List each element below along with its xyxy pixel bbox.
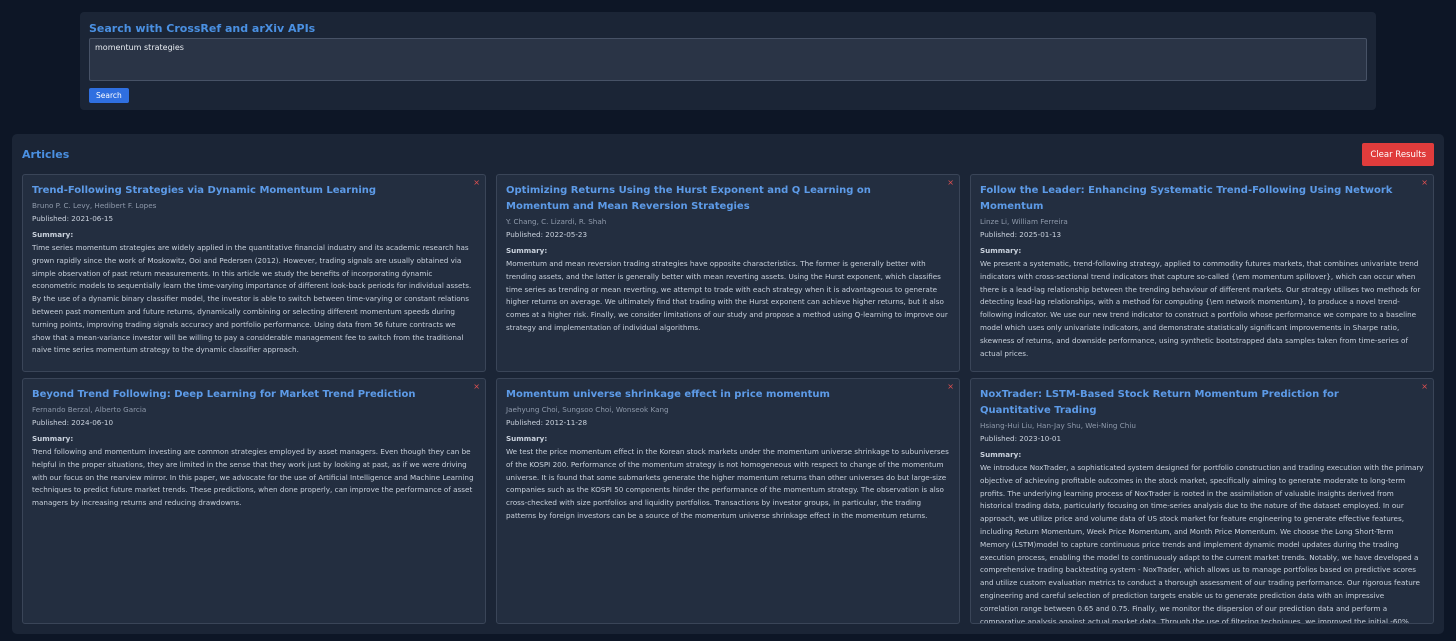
article-published-date: Published: 2022-05-23 [506, 230, 588, 239]
article-authors: Bruno P. C. Levy, Hedibert F. Lopes [32, 201, 157, 210]
close-icon[interactable]: × [947, 178, 954, 188]
search-title: Search with CrossRef and arXiv APIs [89, 22, 316, 35]
article-summary: We test the price momentum effect in the… [506, 447, 949, 520]
summary-label: Summary: [506, 434, 548, 443]
close-icon[interactable]: × [473, 178, 480, 188]
summary-label: Summary: [506, 246, 548, 255]
articles-panel: Articles Clear Results × Trend-Following… [12, 134, 1444, 634]
article-title: Follow the Leader: Enhancing Systematic … [980, 185, 1393, 212]
search-button[interactable]: Search [89, 88, 129, 103]
close-icon[interactable]: × [1421, 178, 1428, 188]
article-authors: Hsiang-Hui Liu, Han-Jay Shu, Wei-Ning Ch… [980, 421, 1136, 430]
article-card: × Follow the Leader: Enhancing Systemati… [970, 174, 1434, 372]
article-title: Trend-Following Strategies via Dynamic M… [32, 185, 377, 196]
article-published-date: Published: 2021-06-15 [32, 214, 114, 223]
close-icon[interactable]: × [473, 382, 480, 392]
clear-results-button[interactable]: Clear Results [1362, 143, 1434, 166]
article-card: × Momentum universe shrinkage effect in … [496, 378, 960, 624]
summary-label: Summary: [32, 434, 74, 443]
article-title: Momentum universe shrinkage effect in pr… [506, 389, 830, 400]
articles-title: Articles [22, 148, 70, 161]
article-published-date: Published: 2023-10-01 [980, 434, 1062, 443]
close-icon[interactable]: × [1421, 382, 1428, 392]
article-card: × Optimizing Returns Using the Hurst Exp… [496, 174, 960, 372]
article-title: NoxTrader: LSTM-Based Stock Return Momen… [980, 389, 1339, 416]
article-summary: We present a systematic, trend-following… [980, 259, 1421, 358]
article-summary: Momentum and mean reversion trading stra… [506, 259, 948, 332]
article-grid: × Trend-Following Strategies via Dynamic… [22, 174, 1434, 624]
article-title: Optimizing Returns Using the Hurst Expon… [506, 185, 871, 212]
close-icon[interactable]: × [947, 382, 954, 392]
article-authors: Y. Chang, C. Lizardi, R. Shah [506, 217, 607, 226]
summary-label: Summary: [980, 450, 1022, 459]
search-input[interactable]: momentum strategies [89, 38, 1367, 81]
article-card: × Trend-Following Strategies via Dynamic… [22, 174, 486, 372]
article-summary: Trend following and momentum investing a… [32, 447, 474, 508]
summary-label: Summary: [980, 246, 1022, 255]
article-authors: Fernando Berzal, Alberto Garcia [32, 405, 147, 414]
article-summary: Time series momentum strategies are wide… [32, 243, 472, 355]
article-title: Beyond Trend Following: Deep Learning fo… [32, 389, 416, 400]
article-card: × Beyond Trend Following: Deep Learning … [22, 378, 486, 624]
article-authors: Jaehyung Choi, Sungsoo Choi, Wonseok Kan… [506, 405, 669, 414]
article-card: × NoxTrader: LSTM-Based Stock Return Mom… [970, 378, 1434, 624]
article-authors: Linze Li, William Ferreira [980, 217, 1068, 226]
article-published-date: Published: 2025-01-13 [980, 230, 1062, 239]
summary-label: Summary: [32, 230, 74, 239]
article-published-date: Published: 2012-11-28 [506, 418, 588, 427]
article-summary: We introduce NoxTrader, a sophisticated … [980, 463, 1424, 624]
search-panel: Search with CrossRef and arXiv APIs mome… [80, 12, 1376, 110]
article-published-date: Published: 2024-06-10 [32, 418, 114, 427]
